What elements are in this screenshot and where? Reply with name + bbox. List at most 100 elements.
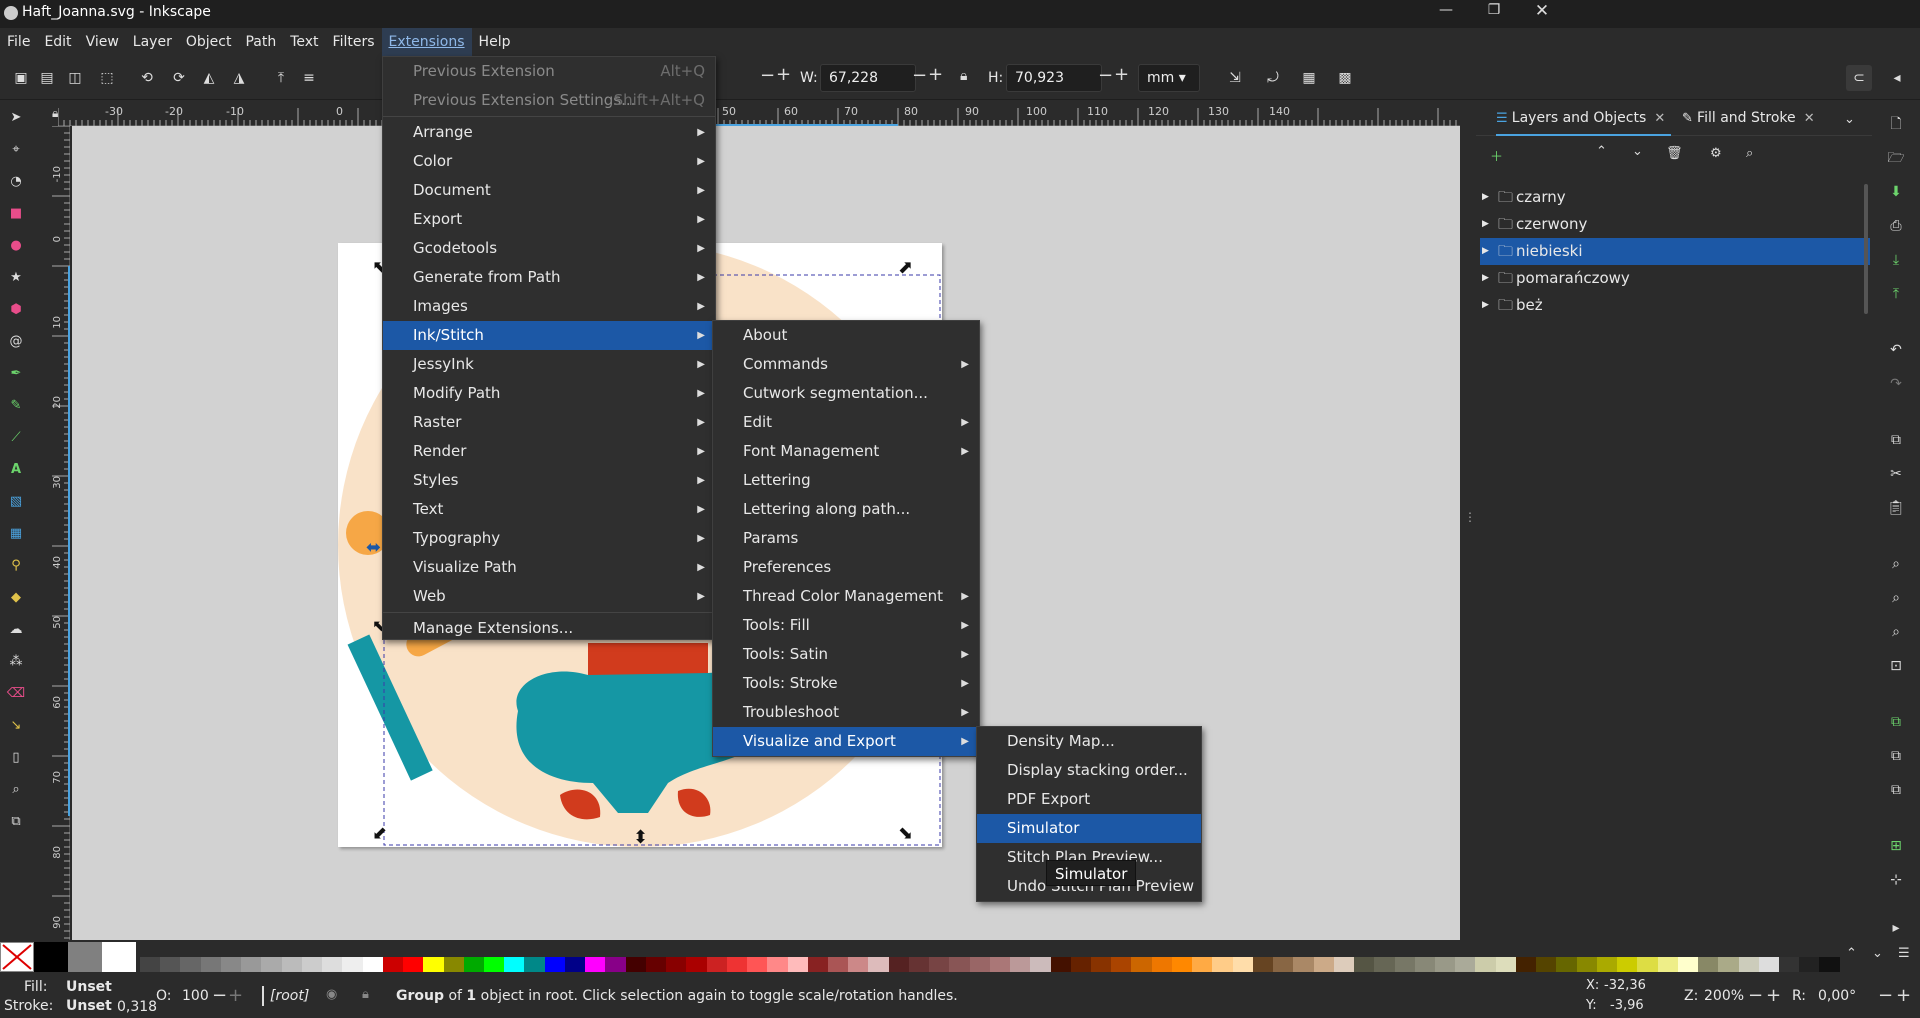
clone-icon[interactable]: ⧉ (1886, 746, 1906, 766)
flip-horizontal-icon[interactable]: ◭ (196, 65, 222, 91)
palette-swatch[interactable] (1131, 957, 1152, 972)
palette-swatch[interactable] (1151, 957, 1172, 972)
pen-tool-icon[interactable]: ✒ (6, 364, 26, 384)
menu-item-images[interactable]: Images ▶ (383, 292, 715, 321)
opacity-input[interactable]: 100 (182, 988, 209, 1004)
menu-view[interactable]: View (79, 28, 126, 56)
layer-lock-icon[interactable]: 🔒︎ (362, 987, 369, 1002)
spiral-tool-icon[interactable]: @ (6, 332, 26, 352)
copy-icon[interactable]: ⧉ (1886, 430, 1906, 450)
opacity-decrement-button[interactable]: − (212, 985, 227, 1006)
palette-swatch[interactable] (1515, 957, 1537, 972)
menu-item-troubleshoot[interactable]: Troubleshoot ▶ (713, 698, 979, 727)
expand-triangle-icon[interactable]: ▶ (1482, 292, 1489, 319)
unlink-clone-icon[interactable]: ⧉ (1886, 780, 1906, 800)
palette-swatch[interactable] (261, 957, 282, 972)
zoom-page-icon[interactable]: ⌕ (1886, 622, 1906, 642)
zoom-selection-icon[interactable]: ⌕ (1886, 554, 1906, 574)
opacity-increment-button[interactable]: + (228, 985, 243, 1006)
expand-triangle-icon[interactable]: ▶ (1482, 265, 1489, 292)
dropper-tool-icon[interactable]: ⚲ (6, 556, 26, 576)
palette-swatch[interactable] (969, 957, 990, 972)
palette-swatch[interactable] (807, 957, 828, 972)
zoom-increment-button[interactable]: + (1766, 985, 1781, 1006)
layer-row[interactable]: ▶ 🗀 beż (1480, 292, 1870, 319)
palette-swatch[interactable] (443, 957, 464, 972)
palette-swatch[interactable] (220, 957, 242, 972)
menu-item-generate-from-path[interactable]: Generate from Path ▶ (383, 263, 715, 292)
palette-swatch[interactable] (140, 957, 161, 972)
touch-select-icon[interactable]: ⬚ (94, 65, 120, 91)
width-input[interactable]: 67,228 (820, 64, 916, 92)
calligraphy-tool-icon[interactable]: ⟋ (6, 428, 26, 448)
scale-corners-icon[interactable]: ⤾ (1260, 65, 1286, 91)
palette-swatch[interactable] (989, 957, 1011, 972)
menu-file[interactable]: File (0, 28, 37, 56)
delete-icon[interactable]: 🗑︎ (1666, 146, 1683, 161)
palette-swatch[interactable] (544, 957, 565, 972)
palette-swatch[interactable] (1799, 957, 1820, 972)
expand-triangle-icon[interactable]: ▶ (1482, 211, 1489, 238)
select-all-icon[interactable]: ▣ (8, 65, 34, 91)
star-tool-icon[interactable]: ★ (6, 268, 26, 288)
minimize-button[interactable]: — (1432, 2, 1460, 18)
palette-swatch[interactable] (504, 957, 525, 972)
selector-tool-icon[interactable]: ➤ (6, 108, 26, 128)
x-increment-button[interactable]: + (776, 64, 791, 85)
fill-value[interactable]: Unset (66, 979, 112, 995)
palette-swatch[interactable] (848, 957, 869, 972)
menu-item-ink-stitch[interactable]: Ink/Stitch ▶ (383, 321, 715, 350)
spray-tool-icon[interactable]: ⁂ (6, 652, 26, 672)
layer-row[interactable]: ▶ 🗀 czarny (1480, 184, 1870, 211)
gradient-tool-icon[interactable]: ▧ (6, 492, 26, 512)
menu-edit[interactable]: Edit (37, 28, 78, 56)
palette-swatch[interactable] (1556, 957, 1577, 972)
print-icon[interactable]: ⎙ (1886, 216, 1906, 236)
palette-swatch[interactable] (1536, 957, 1557, 972)
palette-swatch[interactable] (423, 957, 444, 972)
palette-swatch[interactable] (1738, 957, 1759, 972)
menu-item-render[interactable]: Render ▶ (383, 437, 715, 466)
palette-swatch[interactable] (787, 957, 808, 972)
menu-item-display-stacking-order[interactable]: Display stacking order... (977, 756, 1201, 785)
menu-filters[interactable]: Filters (326, 28, 382, 56)
ellipse-tool-icon[interactable]: ● (6, 236, 26, 256)
menu-item-density-map[interactable]: Density Map... (977, 727, 1201, 756)
palette-swatch[interactable] (1455, 957, 1476, 972)
duplicate-icon[interactable]: ⧉ (1886, 712, 1906, 732)
pencil-tool-icon[interactable]: ✎ (6, 396, 26, 416)
paint-bucket-tool-icon[interactable]: ◆ (6, 588, 26, 608)
menu-item-styles[interactable]: Styles ▶ (383, 466, 715, 495)
layer-row[interactable]: ▶ 🗀 czerwony (1480, 211, 1870, 238)
rotation-input[interactable]: 0,00° (1818, 988, 1856, 1004)
menu-item-lettering-along-path[interactable]: Lettering along path... (713, 495, 979, 524)
palette-swatch[interactable] (1171, 957, 1193, 972)
redo-icon[interactable]: ↷ (1886, 374, 1906, 394)
menu-item-simulator[interactable]: Simulator (977, 814, 1201, 843)
palette-swatch[interactable] (1293, 957, 1314, 972)
settings-gear-icon[interactable]: ⚙ (1710, 146, 1722, 161)
palette-swatch[interactable] (160, 957, 181, 972)
palette-swatch[interactable] (645, 957, 667, 972)
menu-item-manage-extensions[interactable]: Manage Extensions... (383, 614, 715, 643)
select-all-layers-icon[interactable]: ▤ (34, 65, 60, 91)
palette-swatch[interactable] (605, 957, 626, 972)
menu-item-params[interactable]: Params (713, 524, 979, 553)
rotation-increment-button[interactable]: + (1896, 985, 1911, 1006)
palette-swatch[interactable] (1435, 957, 1456, 972)
raise-to-top-icon[interactable]: ⤒ (268, 65, 294, 91)
zoom-decrement-button[interactable]: − (1748, 985, 1763, 1006)
palette-swatch[interactable] (1596, 957, 1618, 972)
palette-swatch[interactable] (382, 957, 404, 972)
stroke-width[interactable]: 0,318 (117, 999, 157, 1015)
snap-toggle-icon[interactable]: ⊂ (1846, 65, 1872, 91)
w-decrement-button[interactable]: − (912, 65, 927, 86)
palette-swatch[interactable] (1010, 957, 1031, 972)
unit-select[interactable]: mm ▾ (1138, 64, 1200, 92)
palette-swatch[interactable] (706, 957, 727, 972)
more-commands-chevron-icon[interactable]: ▸ (1886, 918, 1906, 938)
rotation-decrement-button[interactable]: − (1878, 985, 1893, 1006)
open-icon[interactable]: 🗁 (1886, 148, 1906, 168)
palette-swatch[interactable] (1475, 957, 1496, 972)
expand-triangle-icon[interactable]: ▶ (1482, 184, 1489, 211)
